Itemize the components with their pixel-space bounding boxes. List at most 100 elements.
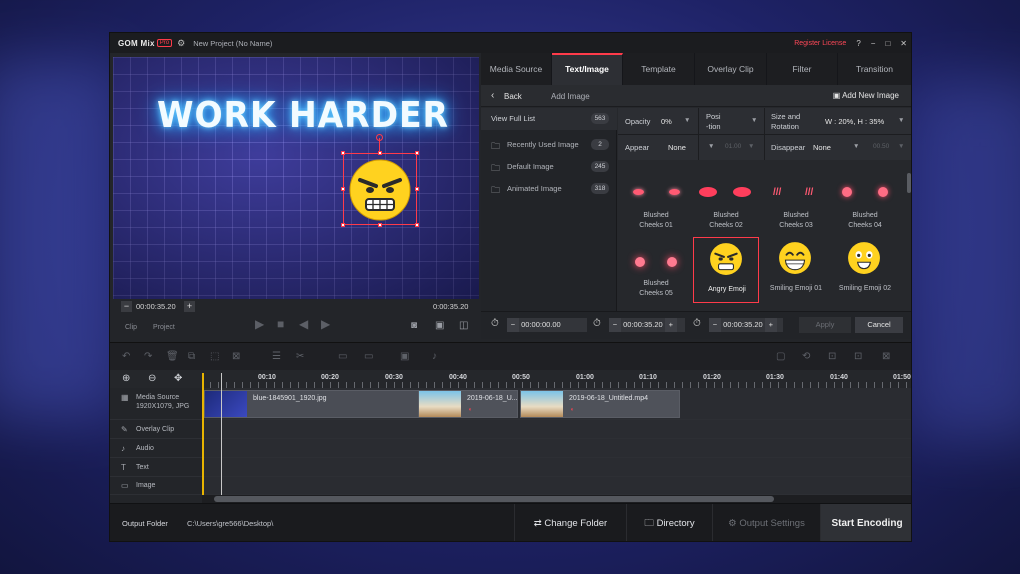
plus-button[interactable]: + xyxy=(664,318,677,332)
size-rotation-value[interactable]: W : 20%, H : 35% xyxy=(825,117,884,126)
split-view-icon[interactable]: ◫ xyxy=(459,320,468,331)
minus-button[interactable]: − xyxy=(609,318,621,332)
track-area[interactable] xyxy=(202,458,911,476)
gallery-item-blushed-cheeks-05[interactable]: Blushed Cheeks 05 xyxy=(623,237,689,303)
tab-transition[interactable]: Transition xyxy=(838,53,911,85)
tab-template[interactable]: Template xyxy=(623,53,695,85)
chevron-left-icon[interactable]: ‹ xyxy=(491,90,494,101)
apply-button[interactable]: Apply xyxy=(799,317,851,333)
mode-tab-project[interactable]: Project xyxy=(153,324,175,331)
minus-button[interactable]: − xyxy=(507,318,519,332)
adjust-icon[interactable]: ☰ xyxy=(272,351,281,362)
gallery-item-angry-emoji[interactable]: Angry Emoji xyxy=(693,237,759,303)
resize-handle[interactable] xyxy=(378,223,382,227)
gallery-item-blushed-cheeks-04[interactable]: Blushed Cheeks 04 xyxy=(832,165,898,231)
speed-icon[interactable]: ▭ xyxy=(364,351,373,362)
image-icon[interactable]: ▣ xyxy=(400,351,409,362)
help-icon[interactable]: ? xyxy=(856,39,860,48)
chevron-down-icon[interactable]: ▼ xyxy=(898,117,904,124)
resize-handle[interactable] xyxy=(341,223,345,227)
gallery-item-blushed-cheeks-01[interactable]: Blushed Cheeks 01 xyxy=(623,165,689,231)
prev-frame-icon[interactable]: ◀ xyxy=(299,317,308,331)
output-settings-button[interactable]: ⚙ Output Settings xyxy=(712,504,820,541)
zoom-out-icon[interactable]: ⊖ xyxy=(148,373,156,384)
disappear-select[interactable]: None xyxy=(813,143,831,152)
chevron-down-icon[interactable]: ▼ xyxy=(708,143,714,150)
cancel-button[interactable]: Cancel xyxy=(855,317,903,333)
clip-icon[interactable]: ▭ xyxy=(338,351,347,362)
end-time-field[interactable]: − 00:00:35.20 + xyxy=(609,318,685,332)
camera-icon[interactable]: ◙ xyxy=(411,320,417,331)
select-icon[interactable]: ⬚ xyxy=(210,351,219,362)
replace-icon[interactable]: ⟲ xyxy=(802,351,810,362)
timeline-marker[interactable] xyxy=(221,373,222,495)
minus-button[interactable]: − xyxy=(709,318,721,332)
deselect-icon[interactable]: ⊠ xyxy=(232,351,240,362)
opacity-select[interactable]: 0% xyxy=(661,117,672,126)
chevron-down-icon[interactable]: ▼ xyxy=(898,143,904,150)
minimize-icon[interactable]: − xyxy=(871,39,876,48)
stop-icon[interactable]: ■ xyxy=(277,317,284,331)
resize-handle[interactable] xyxy=(415,151,419,155)
track-area[interactable] xyxy=(202,420,911,438)
timeline-ruler[interactable]: ⊕ ⊖ ✥ 00:10 00:20 00:30 00:40 00:50 01:0… xyxy=(110,370,911,388)
mute-icon[interactable]: ♪ xyxy=(432,351,437,362)
position-dropdown-icon[interactable]: ▼ xyxy=(751,117,757,124)
gallery-item-smiling-emoji-01[interactable]: Smiling Emoji 01 xyxy=(763,237,829,303)
sidebar-item-view-full-list[interactable]: View Full List 563 xyxy=(481,108,617,130)
appear-select[interactable]: None xyxy=(668,143,686,152)
appear-duration[interactable]: 01.00 xyxy=(725,143,741,150)
resize-handle[interactable] xyxy=(341,151,345,155)
gear-icon[interactable]: ⚙ xyxy=(177,38,185,49)
video-preview[interactable]: WORK HARDER xyxy=(113,57,479,299)
copy-icon[interactable]: ⧉ xyxy=(188,351,195,362)
resize-handle[interactable] xyxy=(341,187,345,191)
zoom-fit-icon[interactable]: ▢ xyxy=(776,351,785,362)
time-minus-button[interactable]: − xyxy=(121,301,132,312)
fit-timeline-icon[interactable]: ✥ xyxy=(174,373,182,384)
timeline-scrollbar[interactable] xyxy=(202,495,911,503)
export-icon[interactable]: ⊡ xyxy=(854,351,862,362)
duration-field[interactable]: − 00:00:35.20 + xyxy=(709,318,783,332)
gallery-scrollbar[interactable] xyxy=(907,173,911,193)
undo-icon[interactable]: ↶ xyxy=(122,351,130,362)
crop-icon[interactable]: ✂ xyxy=(296,351,304,362)
resize-handle[interactable] xyxy=(378,151,382,155)
redo-icon[interactable]: ↷ xyxy=(144,351,152,362)
play-icon[interactable]: ▶ xyxy=(255,317,264,331)
chevron-down-icon[interactable]: ▼ xyxy=(684,117,690,124)
resize-handle[interactable] xyxy=(415,223,419,227)
next-frame-icon[interactable]: ▶ xyxy=(321,317,330,331)
track-area[interactable] xyxy=(202,439,911,457)
gallery-item-smiling-emoji-02[interactable]: Smiling Emoji 02 xyxy=(832,237,898,303)
tab-text-image[interactable]: Text/Image xyxy=(552,53,623,85)
selected-image-overlay[interactable] xyxy=(341,134,419,227)
mode-tab-clip[interactable]: Clip xyxy=(125,324,137,331)
resize-handle[interactable] xyxy=(415,187,419,191)
clip-untitled-mp4[interactable]: 2019-06-18_Untitled.mp4 ◖ xyxy=(520,390,680,418)
maximize-icon[interactable]: □ xyxy=(885,39,890,48)
clip-untitled-short[interactable]: 2019-06-18_U... ◖ xyxy=(418,390,518,418)
time-plus-button[interactable]: + xyxy=(184,301,195,312)
chevron-down-icon[interactable]: ▼ xyxy=(853,143,859,150)
back-button[interactable]: Back xyxy=(504,92,522,101)
directory-button[interactable]: 🗀 Directory xyxy=(626,504,712,541)
tab-filter[interactable]: Filter xyxy=(767,53,838,85)
change-folder-button[interactable]: ⇄ Change Folder xyxy=(514,504,626,541)
settings-icon[interactable]: ⊠ xyxy=(882,351,890,362)
add-new-image-button[interactable]: ▣ Add New Image xyxy=(833,91,899,100)
delete-icon[interactable]: 🗑 xyxy=(166,351,179,362)
tab-overlay-clip[interactable]: Overlay Clip xyxy=(695,53,767,85)
start-encoding-button[interactable]: Start Encoding xyxy=(820,504,911,541)
gallery-item-blushed-cheeks-02[interactable]: Blushed Cheeks 02 xyxy=(693,165,759,231)
start-time-field[interactable]: − 00:00:00.00 xyxy=(507,318,587,332)
track-area[interactable] xyxy=(202,477,911,494)
gallery-item-blushed-cheeks-03[interactable]: /// /// Blushed Cheeks 03 xyxy=(763,165,829,231)
chevron-down-icon[interactable]: ▼ xyxy=(748,143,754,150)
tab-media-source[interactable]: Media Source xyxy=(481,53,552,85)
timeline-playhead[interactable] xyxy=(202,373,204,495)
close-icon[interactable]: ✕ xyxy=(900,39,907,48)
sidebar-item-default-image[interactable]: 🗀 Default Image 245 xyxy=(481,156,617,178)
register-license-link[interactable]: Register License xyxy=(794,40,846,47)
import-icon[interactable]: ⊡ xyxy=(828,351,836,362)
